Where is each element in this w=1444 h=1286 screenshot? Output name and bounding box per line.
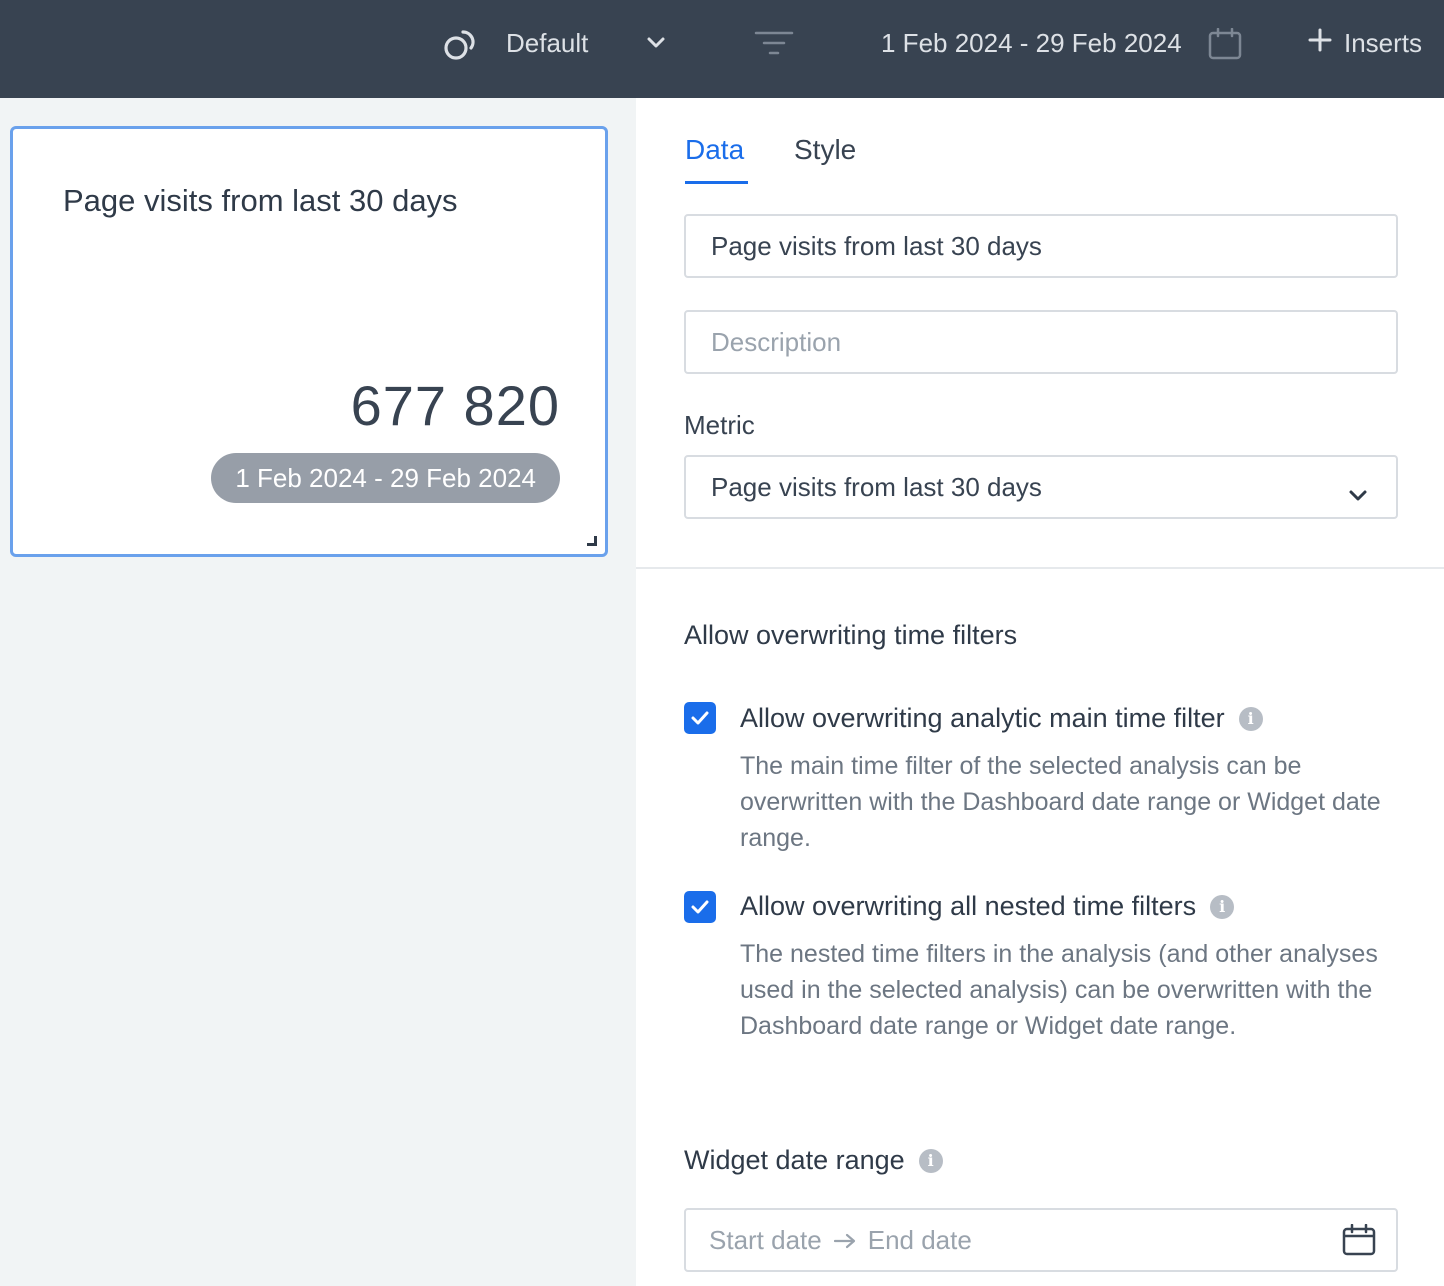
view-selector-label: Default [506, 28, 589, 58]
description-input[interactable]: Description [684, 310, 1398, 374]
main-time-filter-checkbox[interactable] [684, 702, 716, 734]
view-selector[interactable]: Default [506, 28, 588, 59]
description-placeholder: Description [711, 326, 842, 357]
top-bar: Default 1 Feb 2024 - 29 Feb 2024 Inserts [0, 0, 1444, 98]
info-icon[interactable]: i [918, 1148, 943, 1173]
chevron-down-icon[interactable] [646, 36, 666, 55]
widget-title: Page visits from last 30 days [63, 183, 458, 218]
widget-date-range-heading: Widget date range i [684, 1145, 943, 1176]
checkmark-icon [691, 711, 709, 725]
inserts-label: Inserts [1344, 28, 1423, 58]
widget-name-input[interactable]: Page visits from last 30 days [684, 214, 1398, 278]
widget-name-value: Page visits from last 30 days [711, 230, 1042, 261]
widget-date-badge: 1 Feb 2024 - 29 Feb 2024 [211, 453, 560, 503]
settings-panel: Data Style Page visits from last 30 days… [636, 98, 1444, 1286]
main-time-filter-label: Allow overwriting analytic main time fil… [740, 703, 1225, 733]
widget-date-range-title: Widget date range [684, 1145, 905, 1175]
tab-data[interactable]: Data [685, 134, 744, 166]
metric-select[interactable]: Page visits from last 30 days [684, 455, 1398, 519]
filter-icon[interactable] [754, 30, 794, 63]
section-divider [636, 567, 1444, 569]
checkmark-icon [691, 900, 709, 914]
end-date-placeholder: End date [867, 1224, 972, 1255]
info-icon[interactable]: i [1210, 894, 1235, 919]
dashboard-date-range-label: 1 Feb 2024 - 29 Feb 2024 [881, 28, 1182, 58]
main-time-filter-description: The main time filter of the selected ana… [740, 752, 1381, 852]
inserts-button[interactable]: Inserts [1308, 28, 1422, 59]
widget-value: 677 820 [350, 374, 560, 437]
resize-handle-icon[interactable] [587, 536, 597, 546]
calendar-icon[interactable] [1342, 1223, 1376, 1263]
chevron-down-icon [1348, 479, 1368, 510]
nested-time-filters-label: Allow overwriting all nested time filter… [740, 891, 1197, 921]
start-date-placeholder: Start date [709, 1224, 822, 1255]
info-icon[interactable]: i [1238, 706, 1263, 731]
active-tab-indicator [685, 181, 748, 184]
widget-date-range-picker[interactable]: Start date End date [684, 1208, 1398, 1272]
tab-style[interactable]: Style [794, 134, 856, 166]
dashboard-canvas: Page visits from last 30 days 677 820 1 … [0, 98, 636, 1286]
time-filters-title: Allow overwriting time filters [684, 620, 1018, 650]
segments-icon[interactable] [442, 28, 478, 67]
plus-icon [1308, 28, 1332, 59]
dashboard-date-range[interactable]: 1 Feb 2024 - 29 Feb 2024 [881, 28, 1182, 59]
calendar-icon[interactable] [1208, 27, 1242, 65]
arrow-right-icon [833, 1225, 856, 1256]
nested-time-filters-checkbox[interactable] [684, 891, 716, 923]
nested-time-filters-option[interactable]: Allow overwriting all nested time filter… [740, 891, 1235, 922]
nested-time-filters-description: The nested time filters in the analysis … [740, 940, 1378, 1040]
metric-select-value: Page visits from last 30 days [711, 471, 1042, 502]
main-time-filter-option[interactable]: Allow overwriting analytic main time fil… [740, 703, 1263, 734]
metric-widget[interactable]: Page visits from last 30 days 677 820 1 … [10, 126, 608, 557]
metric-label: Metric [684, 410, 755, 440]
